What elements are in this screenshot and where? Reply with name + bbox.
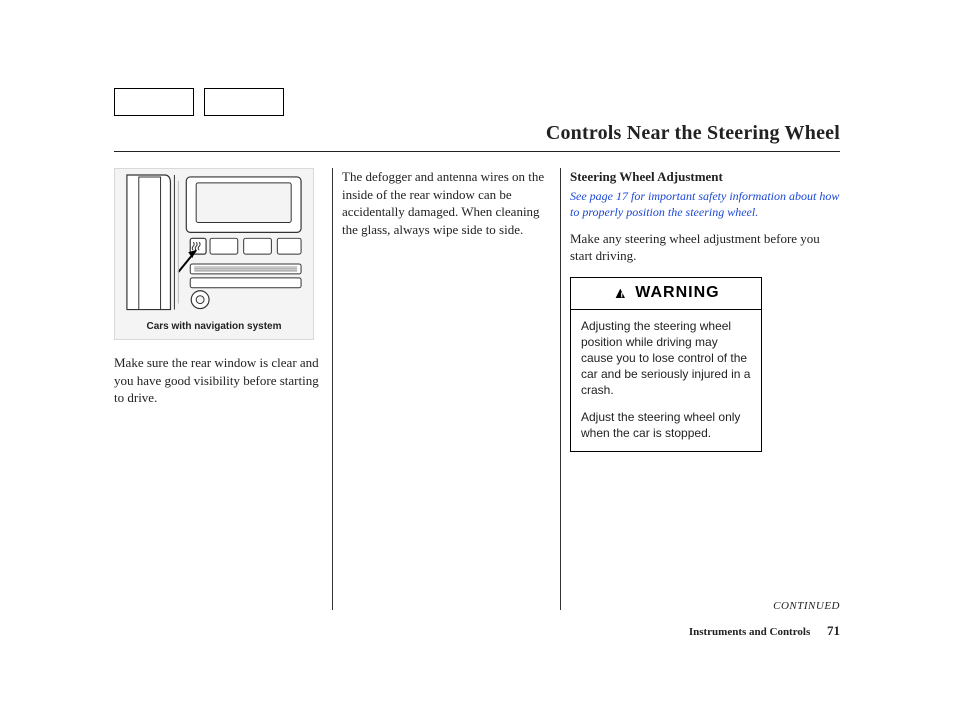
column-divider-1 [332,168,333,610]
tab-2[interactable] [204,88,284,116]
page-ref-link[interactable]: 17 [616,189,628,203]
column-1: Cars with navigation system Make sure th… [114,168,324,570]
col3-paragraph-1: Make any steering wheel adjustment befor… [570,230,840,265]
warning-icon: ▲! [612,283,633,305]
top-tabs [114,88,284,116]
column-divider-2 [560,168,561,610]
safety-cross-ref: See page 17 for important safety informa… [570,188,840,220]
column-3: Steering Wheel Adjustment See page 17 fo… [570,168,840,570]
warning-body: Adjusting the steering wheel position wh… [571,310,761,451]
column-2: The defogger and antenna wires on the in… [342,168,552,570]
tab-1[interactable] [114,88,194,116]
footer-section-name: Instruments and Controls [689,626,810,638]
warning-paragraph-2: Adjust the steering wheel only when the … [581,409,751,441]
warning-label: WARNING [635,284,719,301]
col1-paragraph-1: Make sure the rear window is clear and y… [114,354,324,407]
page-title: Controls Near the Steering Wheel [114,120,840,147]
col2-paragraph-1: The defogger and antenna wires on the in… [342,168,552,238]
dashboard-illustration [119,173,309,312]
safety-pre: See page [570,189,616,203]
footer: Instruments and Controls 71 [689,622,840,640]
figure-caption: Cars with navigation system [115,320,313,334]
steering-adjustment-heading: Steering Wheel Adjustment [570,168,840,186]
page-number: 71 [827,623,840,638]
warning-header: ▲!WARNING [571,278,761,310]
continued-marker: CONTINUED [773,599,840,614]
dashboard-figure: Cars with navigation system [114,168,314,340]
warning-paragraph-1: Adjusting the steering wheel position wh… [581,318,751,399]
title-row: Controls Near the Steering Wheel [114,120,840,152]
warning-box: ▲!WARNING Adjusting the steering wheel p… [570,277,762,452]
